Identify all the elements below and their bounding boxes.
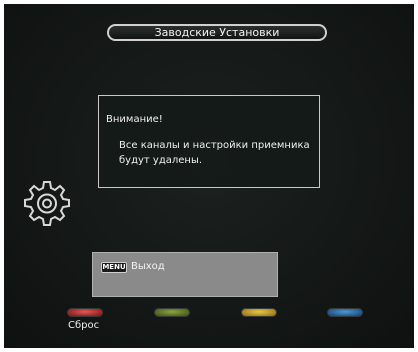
tv-screen: Заводские Установки Внимание! Все каналы… [4,4,414,348]
blue-button[interactable] [327,308,363,317]
dialog-message: Все каналы и настройки приемника будут у… [119,140,310,166]
page-title-bar: Заводские Установки [107,24,327,41]
help-panel: MENU Выход [92,252,278,297]
page-title: Заводские Установки [154,26,280,39]
green-button[interactable] [154,308,190,317]
menu-key-icon: MENU [101,262,127,273]
gear-icon [24,181,70,226]
exit-label: Выход [131,261,165,272]
yellow-button[interactable] [241,308,277,317]
warning-dialog: Внимание! Все каналы и настройки приемни… [98,95,320,188]
reset-label: Сброс [68,320,100,331]
dialog-title: Внимание! [106,114,163,125]
red-button[interactable] [67,308,103,317]
